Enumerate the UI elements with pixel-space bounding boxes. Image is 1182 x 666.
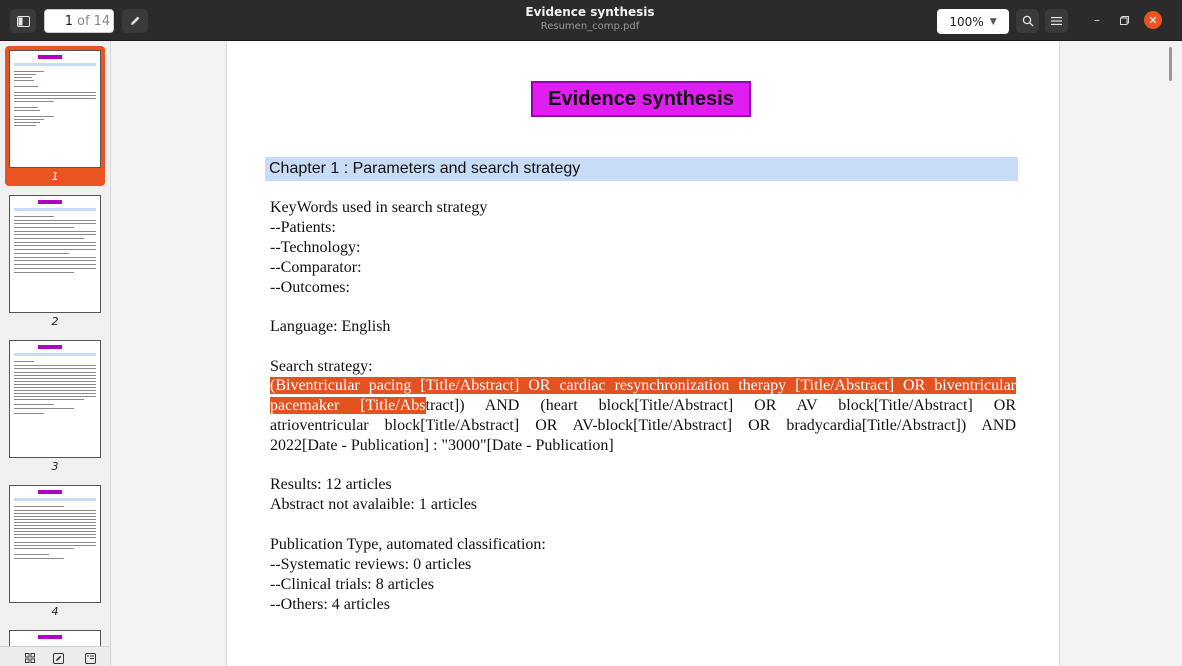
sidebar-toggle-button[interactable] [10,9,36,33]
close-icon: ✕ [1148,13,1158,27]
page-thumbnail[interactable]: 3 [5,336,105,476]
annotate-button[interactable] [122,9,148,33]
annotations-view-button[interactable] [46,649,70,666]
pubtype-others: --Others: 4 articles [270,596,390,613]
document-viewer-window: 1 of 14 Evidence synthesis Resumen_comp.… [0,0,1182,666]
window-title: Evidence synthesis Resumen_comp.pdf [440,5,740,33]
outline-icon [84,652,96,664]
language-line: Language: English [270,318,391,335]
keyword-outcomes: --Outcomes: [270,279,350,296]
search-button[interactable] [1016,9,1039,33]
thumbnail-label: 3 [51,460,59,473]
page-count-label: of 14 [77,13,111,29]
keyword-patients: --Patients: [270,219,336,236]
close-button[interactable]: ✕ [1144,11,1162,29]
abstract-line: Abstract not avalaible: 1 articles [270,496,478,513]
pubtype-clinical: --Clinical trials: 8 articles [270,576,434,593]
query-text: tract]) AND (heart block[Title/Abstract]… [425,397,1017,414]
search-icon [1022,15,1033,27]
page-heading: Evidence synthesis [531,81,751,117]
document-filename: Resumen_comp.pdf [540,21,640,32]
maximize-icon [1119,15,1129,25]
minimize-button[interactable]: – [1088,11,1106,29]
thumbnail-label: 1 [51,170,59,183]
thumbnail-image [9,340,101,458]
text-selection: pacemaker [Title/Abs [270,397,426,414]
header-bar: 1 of 14 Evidence synthesis Resumen_comp.… [0,0,1182,41]
thumbnails-view-button[interactable] [18,649,42,666]
thumbnail-image [9,485,101,603]
page-number-field[interactable]: 1 of 14 [44,9,114,33]
pubtype-systematic: --Systematic reviews: 0 articles [270,556,472,573]
main-menu-button[interactable] [1045,9,1068,33]
thumbnail-image [9,195,101,313]
page-number-input[interactable]: 1 [45,14,77,29]
query-text: atrioventricular block[Title/Abstract] O… [270,417,1016,434]
thumbnail-sidebar: 1 2 3 4 [0,41,111,666]
annotations-icon [52,652,64,664]
maximize-button[interactable] [1115,11,1133,29]
sidebar-footer [0,646,110,666]
text-selection: (Biventricular pacing [Title/Abstract] O… [270,377,1016,394]
minimize-icon: – [1094,13,1100,27]
query-text: 2022[Date - Publication] : "3000"[Date -… [270,437,614,454]
outline-view-button[interactable] [78,649,102,666]
keywords-title: KeyWords used in search strategy [270,199,488,216]
thumbnail-label: 2 [51,315,59,328]
chapter-title: Chapter 1 : Parameters and search strate… [265,157,1018,181]
pdf-page: Evidence synthesis Chapter 1 : Parameter… [227,41,1059,666]
sidebar-icon [16,15,30,27]
page-thumbnail[interactable]: 2 [5,191,105,331]
thumbnail-image [9,50,101,168]
keyword-comparator: --Comparator: [270,259,362,276]
pencil-icon [131,16,140,25]
keyword-technology: --Technology: [270,239,361,256]
page-thumbnail-partial[interactable] [5,626,105,650]
publication-type-title: Publication Type, automated classificati… [270,536,546,553]
search-strategy-query: (Biventricular pacing [Title/Abstract] O… [270,376,1016,456]
zoom-dropdown[interactable]: 100% ▼ [937,9,1009,34]
chevron-down-icon: ▼ [989,16,997,27]
page-thumbnail[interactable]: 1 [5,46,105,186]
zoom-level: 100% [949,14,984,29]
document-title: Evidence synthesis [525,5,655,19]
hamburger-menu-icon [1051,17,1062,25]
document-view[interactable]: Evidence synthesis Chapter 1 : Parameter… [111,41,1182,666]
page-thumbnail[interactable]: 4 [5,481,105,621]
results-line: Results: 12 articles [270,476,392,493]
thumbnail-label: 4 [51,605,59,618]
vertical-scrollbar[interactable] [1169,47,1172,81]
thumbnails-icon [25,653,35,663]
search-strategy-title: Search strategy: [270,358,373,375]
